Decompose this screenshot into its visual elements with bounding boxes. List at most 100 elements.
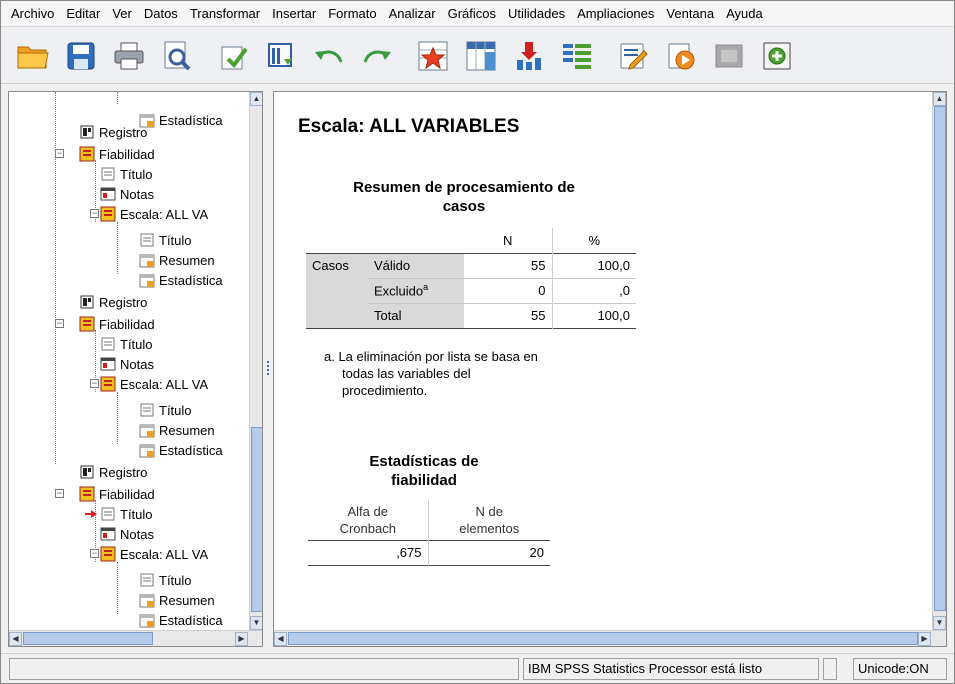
- content-vertical-scrollbar[interactable]: ▲ ▼: [932, 92, 946, 630]
- scroll-right-icon[interactable]: ▶: [235, 632, 248, 646]
- tree-item[interactable]: Registro: [79, 462, 147, 482]
- open-icon[interactable]: [15, 36, 51, 76]
- collapse-toggle[interactable]: −: [90, 209, 99, 218]
- menu-ayuda[interactable]: Ayuda: [720, 3, 769, 25]
- menu-transformar[interactable]: Transformar: [184, 3, 266, 25]
- outline-tree-pane[interactable]: Estadística Registro Fiabilidad − Título…: [8, 91, 263, 647]
- col-n-header: N: [464, 228, 553, 253]
- table-footnote: a. La eliminación por lista se basa en t…: [324, 348, 624, 399]
- procedure-book-icon: [79, 486, 95, 502]
- scroll-thumb[interactable]: [23, 632, 153, 645]
- status-message-cell: [9, 658, 519, 680]
- scroll-thumb[interactable]: [288, 632, 918, 645]
- splitter-grip-icon: [267, 361, 269, 375]
- tree-item-label: Resumen: [159, 422, 215, 438]
- goto-data-icon[interactable]: [263, 36, 299, 76]
- reliability-statistics-table: Alfa de Cronbach N de elementos ,675 20: [308, 500, 550, 566]
- menu-ampliaciones[interactable]: Ampliaciones: [571, 3, 660, 25]
- tree-item[interactable]: Fiabilidad: [79, 144, 155, 164]
- tree-item[interactable]: Resumen: [139, 590, 215, 610]
- collapse-toggle[interactable]: −: [55, 149, 64, 158]
- tree-item[interactable]: Escala: ALL VA: [100, 204, 208, 224]
- menu-datos[interactable]: Datos: [138, 3, 184, 25]
- tree-item[interactable]: Notas: [100, 524, 154, 544]
- tree-item[interactable]: Título: [100, 334, 153, 354]
- tree-item-label: Fiabilidad: [99, 486, 155, 502]
- menu-editar[interactable]: Editar: [60, 3, 106, 25]
- tree-horizontal-scrollbar[interactable]: ◀ ▶: [9, 630, 262, 646]
- notes-icon: [100, 187, 116, 201]
- edit-output-icon[interactable]: [615, 36, 651, 76]
- tree-item[interactable]: Título: [139, 570, 192, 590]
- scroll-up-icon[interactable]: ▲: [933, 92, 946, 106]
- insert-variable-icon[interactable]: [511, 36, 547, 76]
- tree-item-label: Registro: [99, 294, 148, 310]
- tree-item[interactable]: Registro: [79, 292, 147, 312]
- tree-item[interactable]: Resumen: [139, 250, 215, 270]
- menu-ver[interactable]: Ver: [106, 3, 138, 25]
- notes-icon: [100, 527, 116, 541]
- tree-item[interactable]: Escala: ALL VA: [100, 374, 208, 394]
- menu-graficos[interactable]: Gráficos: [442, 3, 502, 25]
- insert-cases-icon[interactable]: [559, 36, 595, 76]
- designate-window-icon[interactable]: [759, 36, 795, 76]
- tree-item[interactable]: Fiabilidad: [79, 484, 155, 504]
- scroll-thumb[interactable]: [251, 427, 262, 612]
- export-icon[interactable]: [215, 36, 251, 76]
- print-icon[interactable]: [111, 36, 147, 76]
- tree-line: [117, 562, 118, 614]
- undo-icon[interactable]: [311, 36, 347, 76]
- footnote-line: procedimiento.: [342, 383, 428, 398]
- menu-ventana[interactable]: Ventana: [660, 3, 720, 25]
- tree-item[interactable]: Estadística: [139, 270, 223, 290]
- tree-item[interactable]: Título: [100, 164, 153, 184]
- tree-item-label: Escala: ALL VA: [120, 206, 209, 222]
- tree-vertical-scrollbar[interactable]: ▲ ▼: [249, 92, 262, 630]
- scroll-up-icon[interactable]: ▲: [250, 92, 262, 106]
- tree-item-label: Título: [120, 336, 153, 352]
- pane-splitter[interactable]: [264, 91, 272, 647]
- play-icon[interactable]: [663, 36, 699, 76]
- goto-variable-icon[interactable]: [463, 36, 499, 76]
- scroll-right-icon[interactable]: ▶: [918, 632, 931, 646]
- procedure-book-icon: [100, 546, 116, 562]
- tree-item-label: Estadística: [159, 112, 223, 128]
- goto-case-icon[interactable]: [415, 36, 451, 76]
- table-row: Casos Válido 55 100,0: [306, 253, 636, 328]
- tree-item[interactable]: Estadística: [139, 440, 223, 460]
- log-icon: [80, 125, 94, 139]
- collapse-toggle[interactable]: −: [90, 549, 99, 558]
- scroll-down-icon[interactable]: ▼: [250, 616, 262, 630]
- title-icon: [101, 167, 115, 181]
- tree-item[interactable]: Estadística: [139, 610, 223, 630]
- procedure-book-icon: [79, 146, 95, 162]
- menu-utilidades[interactable]: Utilidades: [502, 3, 571, 25]
- scroll-down-icon[interactable]: ▼: [933, 616, 946, 630]
- tree-item[interactable]: Título: [139, 400, 192, 420]
- redo-icon[interactable]: [359, 36, 395, 76]
- scroll-left-icon[interactable]: ◀: [9, 632, 22, 646]
- scroll-thumb[interactable]: [934, 106, 946, 611]
- content-horizontal-scrollbar[interactable]: ◀ ▶: [274, 630, 946, 646]
- menu-insertar[interactable]: Insertar: [266, 3, 322, 25]
- collapse-toggle[interactable]: −: [55, 489, 64, 498]
- tree-item[interactable]: Notas: [100, 354, 154, 374]
- tree-item-label: Título: [120, 506, 153, 522]
- menu-archivo[interactable]: Archivo: [5, 3, 60, 25]
- tree-item[interactable]: Registro: [79, 122, 147, 142]
- tree-item[interactable]: Fiabilidad: [79, 314, 155, 334]
- tree-item[interactable]: Notas: [100, 184, 154, 204]
- print-preview-icon[interactable]: [159, 36, 195, 76]
- tree-item[interactable]: Escala: ALL VA: [100, 544, 208, 564]
- tree-item[interactable]: Título: [139, 230, 192, 250]
- tree-item[interactable]: Título: [84, 504, 153, 524]
- tree-item[interactable]: Resumen: [139, 420, 215, 440]
- menu-analizar[interactable]: Analizar: [383, 3, 442, 25]
- save-icon[interactable]: [63, 36, 99, 76]
- stats-table-icon: [139, 444, 155, 458]
- tree-item[interactable]: Estadística: [139, 110, 223, 130]
- menu-formato[interactable]: Formato: [322, 3, 382, 25]
- scroll-left-icon[interactable]: ◀: [274, 632, 287, 646]
- collapse-toggle[interactable]: −: [55, 319, 64, 328]
- collapse-toggle[interactable]: −: [90, 379, 99, 388]
